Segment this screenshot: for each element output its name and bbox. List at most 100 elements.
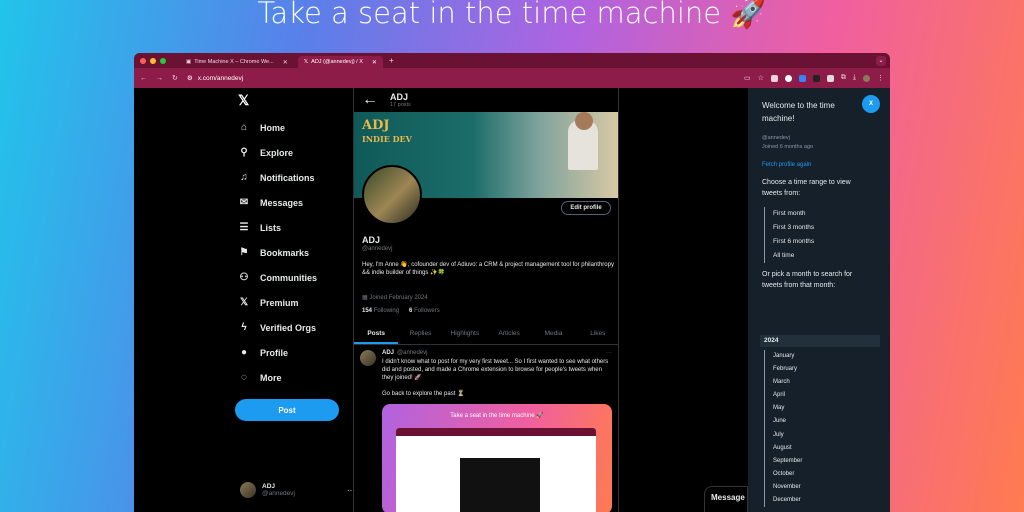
nav-messages[interactable]: ✉ Messages: [238, 197, 303, 208]
month-item[interactable]: June: [773, 415, 802, 428]
tweet-paragraph: I didn't know what to post for my very f…: [382, 359, 609, 381]
nav-home[interactable]: ⌂ Home: [238, 122, 285, 133]
cast-icon[interactable]: ▭: [744, 74, 751, 82]
month-item[interactable]: August: [773, 442, 802, 455]
tweet[interactable]: ADJ @annedevj ··· I didn't know what to po…: [354, 346, 618, 512]
site-info-icon[interactable]: ⚙: [187, 74, 193, 82]
month-item[interactable]: February: [773, 363, 802, 376]
month-item[interactable]: April: [773, 389, 802, 402]
close-window-dot[interactable]: [140, 57, 146, 64]
extension-icon[interactable]: [798, 74, 806, 82]
nav-verified-orgs[interactable]: ϟ Verified Orgs: [238, 322, 316, 333]
reload-icon[interactable]: ↻: [172, 74, 178, 82]
download-icon[interactable]: ⤓: [853, 74, 856, 82]
month-item[interactable]: November: [773, 481, 802, 494]
tweet-image[interactable]: Take a seat in the time machine 🚀: [382, 404, 612, 512]
month-item[interactable]: May: [773, 402, 802, 415]
address-bar: ← → ↻ ⚙ x.com/annedevj ▭ ☆ ⧉ ⤓ ⋮: [134, 68, 890, 88]
maximize-window-dot[interactable]: [160, 57, 166, 64]
panel-handle: @annedevj: [762, 135, 790, 141]
month-item[interactable]: March: [773, 376, 802, 389]
account-handle: @annedevj: [262, 490, 295, 497]
nav-label: Messages: [260, 197, 304, 208]
month-item[interactable]: October: [773, 468, 802, 481]
close-panel-button[interactable]: X: [862, 95, 880, 113]
range-first-month[interactable]: First month: [773, 207, 814, 221]
avatar[interactable]: [360, 350, 376, 366]
extension-icon[interactable]: [812, 74, 820, 82]
back-icon[interactable]: ←: [140, 75, 147, 82]
nav-label: Notifications: [260, 172, 315, 183]
joined-text: Joined February 2024: [369, 295, 428, 301]
home-icon: ⌂: [240, 122, 248, 133]
month-item[interactable]: July: [773, 429, 802, 442]
extension-icon[interactable]: [784, 74, 792, 82]
tab-posts[interactable]: Posts: [354, 323, 399, 344]
search-icon: ⚲: [240, 147, 248, 158]
nav-more[interactable]: ◌ More: [238, 372, 282, 383]
tab-profile[interactable]: 𝕏 ADJ (@annedevj) / X ✕: [297, 56, 383, 68]
forward-icon[interactable]: →: [156, 75, 163, 82]
joined-date: ▦ Joined February 2024: [362, 294, 428, 301]
month-item[interactable]: September: [773, 455, 802, 468]
minimize-window-dot[interactable]: [150, 57, 156, 64]
profile-avatar-icon[interactable]: [863, 74, 870, 82]
chevron-down-icon[interactable]: ⌄: [876, 55, 886, 66]
puzzle-icon[interactable]: ⧉: [841, 74, 846, 82]
nav-label: More: [260, 372, 282, 383]
nav-bookmarks[interactable]: ⚑ Bookmarks: [238, 247, 310, 258]
nav-profile[interactable]: ● Profile: [238, 347, 288, 358]
bio-line: Hey, I'm Anne 👋, cofounder dev of Adiuvo…: [362, 262, 614, 268]
tweet-author[interactable]: ADJ: [382, 350, 394, 356]
nav-premium[interactable]: 𝕏 Premium: [238, 297, 299, 308]
tab-replies[interactable]: Replies: [398, 323, 442, 344]
followers-count: 6: [409, 308, 413, 314]
tab-media[interactable]: Media: [531, 323, 575, 344]
star-icon[interactable]: ☆: [758, 74, 764, 82]
tab-label: Time Machine X – Chrome We...: [194, 59, 274, 65]
year-header[interactable]: 2024: [760, 335, 880, 347]
range-all-time[interactable]: All time: [773, 249, 814, 263]
account-switcher[interactable]: ADJ @annedevj ···: [240, 482, 355, 498]
x-logo-icon[interactable]: 𝕏: [238, 92, 249, 109]
range-first-3-months[interactable]: First 3 months: [773, 221, 814, 235]
account-name: ADJ: [262, 483, 276, 490]
following-link[interactable]: 154 Following: [362, 308, 399, 314]
panel-title: Welcome to the time machine!: [762, 101, 835, 123]
new-tab-icon[interactable]: +: [389, 56, 394, 65]
nav-lists[interactable]: ☰ Lists: [238, 222, 282, 233]
back-arrow-icon[interactable]: ←: [362, 91, 378, 109]
extension-icon[interactable]: [770, 74, 778, 82]
month-list: January February March April May June Ju…: [764, 350, 802, 508]
profile-avatar[interactable]: [362, 165, 422, 225]
menu-icon[interactable]: ⋮: [877, 74, 884, 82]
close-tab-icon[interactable]: ✕: [283, 59, 288, 66]
x-logo-icon: 𝕏: [303, 59, 309, 65]
nav-notifications[interactable]: ♫ Notifications: [238, 172, 315, 183]
profile-handle: @annedevj: [362, 246, 393, 252]
fetch-profile-link[interactable]: Fetch profile again: [762, 162, 811, 168]
people-icon: ⚇: [239, 272, 249, 283]
time-machine-panel: Welcome to the time machine! X @annedevj…: [748, 88, 890, 512]
month-item[interactable]: December: [773, 494, 802, 507]
range-first-6-months[interactable]: First 6 months: [773, 235, 814, 249]
followers-link[interactable]: 6 Followers: [409, 308, 440, 314]
tab-articles[interactable]: Articles: [487, 323, 531, 344]
profile-name: ADJ: [362, 235, 381, 245]
tab-time-machine[interactable]: ▣ Time Machine X – Chrome We... ✕: [180, 56, 294, 68]
tab-highlights[interactable]: Highlights: [443, 323, 487, 344]
month-item[interactable]: January: [773, 350, 802, 363]
nav-explore[interactable]: ⚲ Explore: [238, 147, 293, 158]
extension-icon[interactable]: [826, 74, 834, 82]
more-icon[interactable]: ···: [606, 350, 612, 356]
close-tab-icon[interactable]: ✕: [372, 59, 377, 66]
messages-drawer[interactable]: Message: [704, 486, 748, 512]
banner-photo: [575, 112, 593, 130]
nav-communities[interactable]: ⚇ Communities: [238, 272, 318, 283]
tweet-handle: @annedevj: [397, 350, 428, 356]
tab-likes[interactable]: Likes: [576, 323, 618, 344]
edit-profile-button[interactable]: Edit profile: [561, 201, 611, 215]
post-button[interactable]: Post: [235, 399, 339, 421]
x-page: 𝕏 ⌂ Home ⚲ Explore ♫ Notifications ✉ Message…: [134, 88, 890, 512]
url-field[interactable]: ⚙ x.com/annedevj: [187, 74, 735, 83]
